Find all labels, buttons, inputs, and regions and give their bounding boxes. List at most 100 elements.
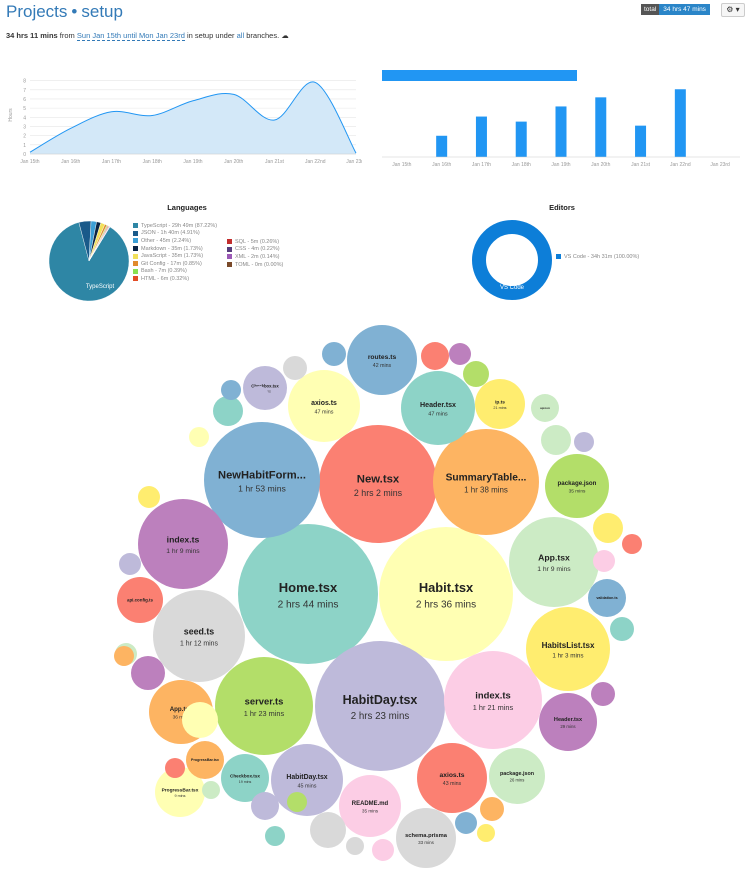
bubble-file-name: package.json	[500, 771, 534, 777]
x-tick-label: Jan 16th	[61, 159, 80, 165]
legend-item[interactable]: TOML - 0m (0.00%)	[227, 261, 283, 269]
file-bubble[interactable]: New.tsx 2 hrs 2 mins	[319, 425, 437, 543]
small-file-bubble[interactable]	[189, 427, 209, 447]
top-summary-bar	[382, 70, 577, 81]
legend-column: TypeScript - 29h 49m (87.22%) JSON - 1h 4…	[133, 222, 217, 283]
file-bubble[interactable]: Header.tsx 47 mins	[401, 371, 475, 445]
small-file-bubble[interactable]	[463, 361, 489, 387]
small-file-bubble[interactable]	[119, 553, 141, 575]
file-bubble[interactable]: routes.ts 42 mins	[347, 325, 417, 395]
legend-item[interactable]: JSON - 1h 40m (4.91%)	[133, 230, 217, 238]
file-bubble[interactable]: HabitDay.tsx 2 hrs 23 mins	[315, 641, 445, 771]
bar[interactable]	[635, 125, 647, 157]
branches-link[interactable]: all	[237, 31, 245, 40]
small-file-bubble[interactable]	[480, 797, 504, 821]
donut-ring[interactable]	[472, 220, 552, 300]
legend-item[interactable]: HTML - 6m (0.32%)	[133, 275, 217, 283]
bar[interactable]	[475, 116, 487, 157]
small-file-bubble[interactable]	[622, 534, 642, 554]
file-bubble[interactable]: server.ts 1 hr 23 mins	[215, 657, 313, 755]
legend-swatch	[227, 262, 232, 268]
legend-item[interactable]: XML - 2m (0.14%)	[227, 253, 283, 261]
legend-label: VS Code - 34h 31m (100.00%)	[564, 253, 640, 260]
legend-item[interactable]: JavaScript - 35m (1.73%)	[133, 252, 217, 260]
bar[interactable]	[515, 121, 527, 157]
small-file-bubble[interactable]	[322, 342, 346, 366]
small-file-bubble[interactable]	[283, 356, 307, 380]
small-file-bubble[interactable]	[346, 837, 364, 855]
file-bubble[interactable]: HabitsList.tsx 1 hr 3 mins	[526, 607, 610, 691]
file-bubble[interactable]: ProgressBar.tsx	[186, 741, 224, 779]
small-file-bubble[interactable]	[221, 380, 241, 400]
small-file-bubble[interactable]	[251, 792, 279, 820]
small-file-bubble[interactable]	[449, 343, 471, 365]
gear-icon: ⚙ ▾	[726, 5, 740, 14]
small-file-bubble[interactable]	[249, 386, 269, 406]
small-file-bubble[interactable]	[372, 839, 394, 861]
small-file-bubble[interactable]	[477, 824, 495, 842]
small-file-bubble[interactable]	[165, 758, 185, 778]
legend-item[interactable]: Markdown - 35m (1.73%)	[133, 245, 217, 253]
projects-link[interactable]: Projects	[6, 2, 67, 21]
legend-swatch	[133, 261, 138, 267]
file-bubble[interactable]: package.json26 mins	[489, 748, 545, 804]
file-bubble[interactable]: HabitDay.tsx 45 mins	[271, 744, 343, 816]
x-tick-label: Jan 23rd	[346, 159, 362, 165]
small-file-bubble[interactable]	[287, 792, 307, 812]
legend-item[interactable]: SQL - 5m (0.26%)	[227, 238, 283, 246]
bar[interactable]	[595, 97, 607, 157]
file-bubble[interactable]: api.ion	[531, 394, 559, 422]
small-file-bubble[interactable]	[182, 702, 218, 738]
total-value: 34 hrs 47 mins	[659, 4, 710, 15]
legend-column: SQL - 5m (0.26%) CSS - 4m (0.22%) XML - 2m…	[227, 238, 283, 268]
file-bubble[interactable]: index.ts 1 hr 9 mins	[138, 499, 228, 589]
file-bubble[interactable]: validation.ts	[588, 579, 626, 617]
legend-swatch	[133, 268, 138, 274]
small-file-bubble[interactable]	[114, 646, 134, 666]
file-bubble[interactable]: axios.ts 43 mins	[417, 743, 487, 813]
settings-button[interactable]: ⚙ ▾	[721, 3, 745, 17]
file-bubble[interactable]: seed.ts 1 hr 12 mins	[153, 590, 245, 682]
small-file-bubble[interactable]	[131, 656, 165, 690]
legend-item[interactable]: TypeScript - 29h 49m (87.22%)	[133, 222, 217, 230]
small-file-bubble[interactable]	[591, 682, 615, 706]
small-file-bubble[interactable]	[202, 781, 220, 799]
file-bubble[interactable]: Home.tsx 2 hrs 44 mins	[238, 524, 378, 664]
files-bubble-chart: Home.tsx 2 hrs 44 mins Habit.tsx 2 hrs 36 m…	[114, 325, 642, 868]
bar[interactable]	[555, 106, 567, 157]
bar[interactable]	[674, 89, 686, 157]
small-file-bubble[interactable]	[574, 432, 594, 452]
file-bubble[interactable]: SummaryTable... 1 hr 38 mins	[433, 429, 539, 535]
file-bubble[interactable]: axios.ts 47 mins	[288, 370, 360, 442]
file-bubble[interactable]: api.config.ts	[117, 577, 163, 623]
small-file-bubble[interactable]	[610, 617, 634, 641]
file-bubble[interactable]: README.md35 mins	[339, 775, 401, 837]
bubble-file-name: Checkbox.tsx	[230, 773, 260, 778]
bar[interactable]	[436, 135, 448, 157]
legend-item[interactable]: VS Code - 34h 31m (100.00%)	[556, 253, 696, 261]
file-bubble[interactable]: App.tsx 1 hr 9 mins	[509, 517, 599, 607]
file-bubble[interactable]: index.ts 1 hr 21 mins	[444, 651, 542, 749]
small-file-bubble[interactable]	[541, 425, 571, 455]
legend-item[interactable]: Other - 45m (2.24%)	[133, 237, 217, 245]
small-file-bubble[interactable]	[138, 486, 160, 508]
small-file-bubble[interactable]	[593, 513, 623, 543]
file-bubble[interactable]: ip.ts21 mins	[475, 379, 525, 429]
file-bubble[interactable]: Header.tsx29 mins	[539, 693, 597, 751]
legend-item[interactable]: Git Config - 17m (0.85%)	[133, 260, 217, 268]
bubble-time: 2 hrs 36 mins	[416, 600, 476, 611]
bubble-file-name: HabitDay.tsx	[343, 693, 418, 707]
file-bubble[interactable]: package.json35 mins	[545, 454, 609, 518]
small-file-bubble[interactable]	[593, 550, 615, 572]
file-bubble[interactable]: Habit.tsx 2 hrs 36 mins	[379, 527, 513, 661]
legend-item[interactable]: CSS - 4m (0.22%)	[227, 246, 283, 254]
legend-item[interactable]: Bash - 7m (0.39%)	[133, 268, 217, 276]
small-file-bubble[interactable]	[213, 396, 243, 426]
small-file-bubble[interactable]	[265, 826, 285, 846]
small-file-bubble[interactable]	[310, 812, 346, 848]
small-file-bubble[interactable]	[421, 342, 449, 370]
small-file-bubble[interactable]	[455, 812, 477, 834]
legend-label: JSON - 1h 40m (4.91%)	[141, 230, 200, 237]
file-bubble[interactable]: schema.prisma33 mins	[396, 808, 456, 868]
date-range-link[interactable]: Sun Jan 15th until Mon Jan 23rd	[76, 31, 185, 41]
